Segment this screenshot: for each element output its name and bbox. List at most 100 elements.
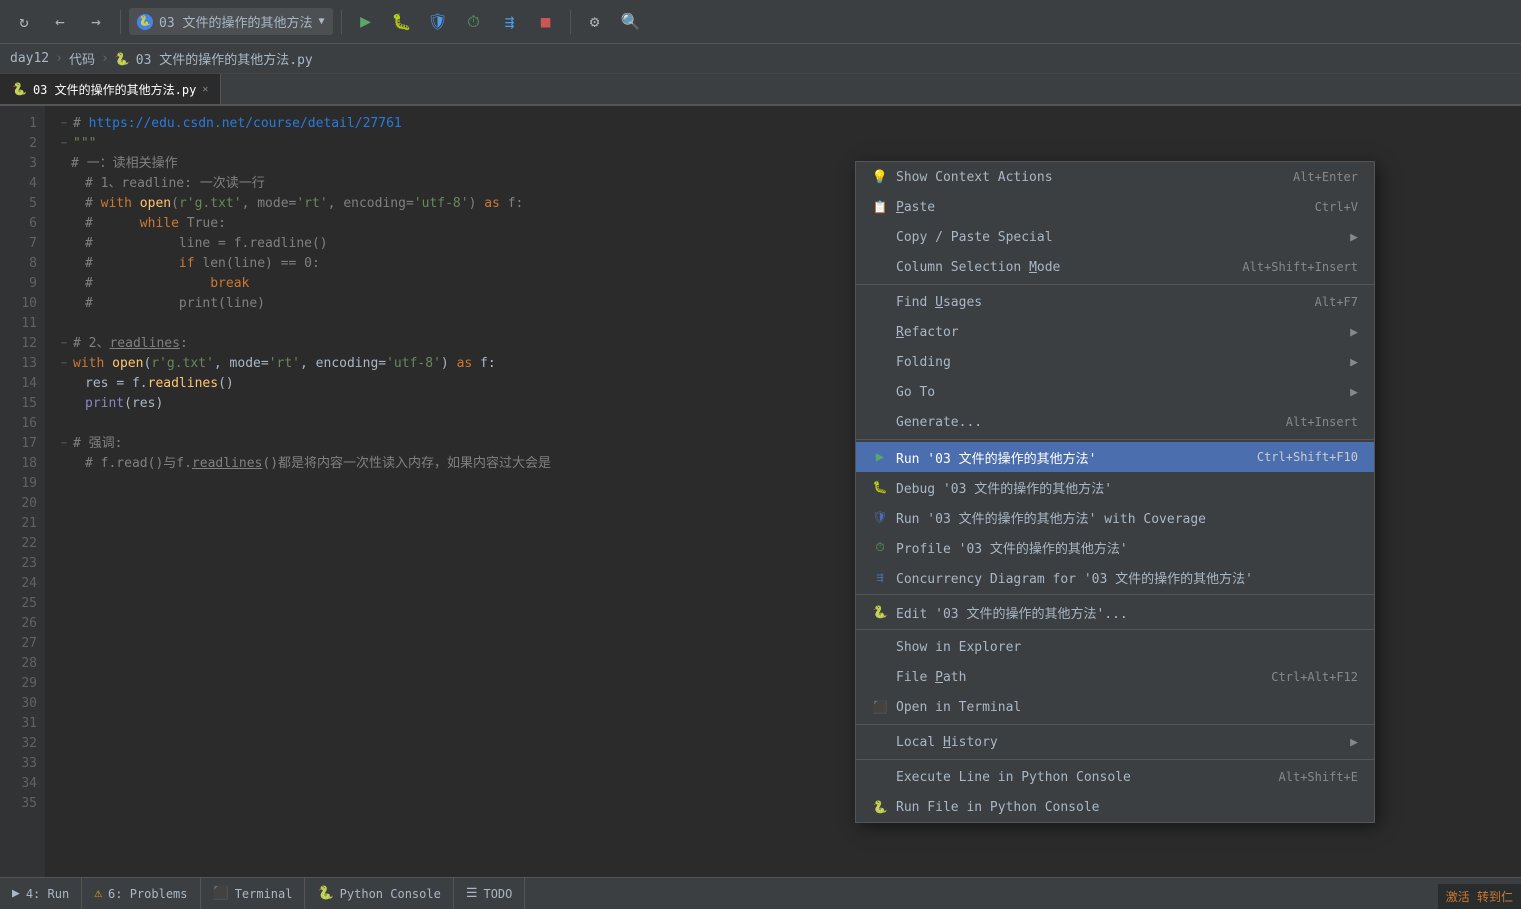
menu-item-show-context-actions[interactable]: 💡 Show Context Actions Alt+Enter bbox=[856, 162, 1374, 192]
status-bar: ▶ 4: Run ⚠ 6: Problems ⬛ Terminal 🐍 Pyth… bbox=[0, 877, 1521, 909]
concurrency-icon: ⇶ bbox=[872, 569, 888, 585]
run-config-selector[interactable]: 🐍 03 文件的操作的其他方法 ▼ bbox=[129, 8, 333, 35]
fold-1[interactable]: − bbox=[57, 117, 71, 131]
ln-35: 35 bbox=[0, 794, 37, 814]
ln-17: 17 bbox=[0, 434, 37, 454]
tab-close-button[interactable]: ✕ bbox=[202, 84, 208, 95]
separator-2 bbox=[856, 439, 1374, 440]
menu-item-run[interactable]: ▶ Run '03 文件的操作的其他方法' Ctrl+Shift+F10 bbox=[856, 442, 1374, 472]
breadcrumb-filename[interactable]: 03 文件的操作的其他方法.py bbox=[136, 49, 313, 68]
profile-button[interactable]: ⏱ bbox=[458, 6, 490, 38]
run-button[interactable]: ▶ bbox=[350, 6, 382, 38]
ln-8: 8 bbox=[0, 254, 37, 274]
menu-item-generate[interactable]: Generate... Alt+Insert bbox=[856, 407, 1374, 437]
code-url: # https://edu.csdn.net/course/detail/277… bbox=[73, 114, 402, 134]
arrow-icon-history: ▶ bbox=[1350, 735, 1358, 750]
status-problems[interactable]: ⚠ 6: Problems bbox=[82, 878, 200, 909]
menu-label-profile: Profile '03 文件的操作的其他方法' bbox=[896, 538, 1358, 557]
menu-item-find-usages[interactable]: Find Usages Alt+F7 bbox=[856, 287, 1374, 317]
fold-2[interactable]: − bbox=[57, 137, 71, 151]
menu-shortcut-paste: Ctrl+V bbox=[1315, 200, 1358, 214]
ln-7: 7 bbox=[0, 234, 37, 254]
menu-item-show-explorer[interactable]: Show in Explorer bbox=[856, 632, 1374, 662]
ln-24: 24 bbox=[0, 574, 37, 594]
tab-filename: 03 文件的操作的其他方法.py bbox=[33, 81, 196, 98]
menu-item-run-coverage[interactable]: 🛡 Run '03 文件的操作的其他方法' with Coverage bbox=[856, 502, 1374, 532]
ln-25: 25 bbox=[0, 594, 37, 614]
refresh-button[interactable]: ↻ bbox=[8, 6, 40, 38]
debug-button[interactable]: 🐛 bbox=[386, 6, 418, 38]
debug-icon: 🐛 bbox=[872, 479, 888, 495]
menu-item-local-history[interactable]: Local History ▶ bbox=[856, 727, 1374, 757]
fold-17[interactable]: − bbox=[57, 437, 71, 451]
ln-23: 23 bbox=[0, 554, 37, 574]
search-button[interactable]: 🔍 bbox=[615, 6, 647, 38]
ln-14: 14 bbox=[0, 374, 37, 394]
menu-item-refactor[interactable]: Refactor ▶ bbox=[856, 317, 1374, 347]
settings-button[interactable]: ⚙ bbox=[579, 6, 611, 38]
concurrency-button[interactable]: ⇶ bbox=[494, 6, 526, 38]
menu-item-execute-line[interactable]: Execute Line in Python Console Alt+Shift… bbox=[856, 762, 1374, 792]
breadcrumb-day12[interactable]: day12 bbox=[10, 51, 49, 66]
ln-21: 21 bbox=[0, 514, 37, 534]
menu-item-edit[interactable]: 🐍 Edit '03 文件的操作的其他方法'... bbox=[856, 597, 1374, 627]
status-terminal[interactable]: ⬛ Terminal bbox=[201, 878, 306, 909]
menu-item-column-selection[interactable]: Column Selection Mode Alt+Shift+Insert bbox=[856, 252, 1374, 282]
breadcrumb-code[interactable]: 代码 bbox=[69, 49, 95, 68]
code-comment-8: # if len(line) == 0: bbox=[85, 254, 320, 274]
menu-item-file-path[interactable]: File Path Ctrl+Alt+F12 bbox=[856, 662, 1374, 692]
menu-label-find-usages: Find Usages bbox=[896, 295, 1307, 310]
menu-item-go-to[interactable]: Go To ▶ bbox=[856, 377, 1374, 407]
menu-item-folding[interactable]: Folding ▶ bbox=[856, 347, 1374, 377]
menu-item-open-terminal[interactable]: ⬛ Open in Terminal bbox=[856, 692, 1374, 722]
status-run[interactable]: ▶ 4: Run bbox=[0, 878, 82, 909]
ln-32: 32 bbox=[0, 734, 37, 754]
menu-label-column-selection: Column Selection Mode bbox=[896, 260, 1234, 275]
menu-shortcut-generate: Alt+Insert bbox=[1286, 415, 1358, 429]
menu-item-paste[interactable]: 📋 Paste Ctrl+V bbox=[856, 192, 1374, 222]
menu-item-run-python-console[interactable]: 🐍 Run File in Python Console bbox=[856, 792, 1374, 822]
filepath-icon bbox=[872, 669, 888, 685]
stop-button[interactable]: ■ bbox=[530, 6, 562, 38]
menu-shortcut-column-selection: Alt+Shift+Insert bbox=[1242, 260, 1358, 274]
ln-5: 5 bbox=[0, 194, 37, 214]
toolbar: ↻ ← → 🐍 03 文件的操作的其他方法 ▼ ▶ 🐛 🛡 ⏱ ⇶ ■ ⚙ 🔍 bbox=[0, 0, 1521, 44]
tab-bar: 🐍 03 文件的操作的其他方法.py ✕ bbox=[0, 74, 1521, 106]
forward-button[interactable]: → bbox=[80, 6, 112, 38]
coverage-button[interactable]: 🛡 bbox=[422, 6, 454, 38]
code-comment-12: # 2、readlines: bbox=[73, 334, 188, 354]
goto-icon bbox=[872, 384, 888, 400]
menu-item-concurrency[interactable]: ⇶ Concurrency Diagram for '03 文件的操作的其他方法… bbox=[856, 562, 1374, 592]
ln-28: 28 bbox=[0, 654, 37, 674]
ln-15: 15 bbox=[0, 394, 37, 414]
menu-label-open-terminal: Open in Terminal bbox=[896, 700, 1358, 715]
ln-33: 33 bbox=[0, 754, 37, 774]
code-comment-17: # 强调: bbox=[73, 434, 122, 454]
menu-label-refactor: Refactor bbox=[896, 325, 1342, 340]
separator-1 bbox=[120, 10, 121, 34]
status-todo[interactable]: ☰ TODO bbox=[454, 878, 526, 909]
fold-13[interactable]: − bbox=[57, 357, 71, 371]
ln-27: 27 bbox=[0, 634, 37, 654]
fold-12[interactable]: − bbox=[57, 337, 71, 351]
menu-label-show-explorer: Show in Explorer bbox=[896, 640, 1358, 655]
ln-10: 10 bbox=[0, 294, 37, 314]
status-python-console[interactable]: 🐍 Python Console bbox=[305, 878, 453, 909]
arrow-icon-folding: ▶ bbox=[1350, 355, 1358, 370]
menu-item-profile[interactable]: ⏱ Profile '03 文件的操作的其他方法' bbox=[856, 532, 1374, 562]
watermark: 激活 转到仁 bbox=[1438, 884, 1521, 909]
back-button[interactable]: ← bbox=[44, 6, 76, 38]
menu-label-concurrency: Concurrency Diagram for '03 文件的操作的其他方法' bbox=[896, 568, 1358, 587]
run-status-icon: ▶ bbox=[12, 886, 20, 901]
menu-item-debug[interactable]: 🐛 Debug '03 文件的操作的其他方法' bbox=[856, 472, 1374, 502]
menu-item-copy-paste-special[interactable]: Copy / Paste Special ▶ bbox=[856, 222, 1374, 252]
code-comment-6: # while True: bbox=[85, 214, 226, 234]
tab-main-file[interactable]: 🐍 03 文件的操作的其他方法.py ✕ bbox=[0, 74, 221, 104]
ln-19: 19 bbox=[0, 474, 37, 494]
ln-3: 3 bbox=[0, 154, 37, 174]
menu-label-generate: Generate... bbox=[896, 415, 1278, 430]
find-icon bbox=[872, 294, 888, 310]
separator-4 bbox=[856, 629, 1374, 630]
menu-label-show-context-actions: Show Context Actions bbox=[896, 170, 1285, 185]
column-icon bbox=[872, 259, 888, 275]
